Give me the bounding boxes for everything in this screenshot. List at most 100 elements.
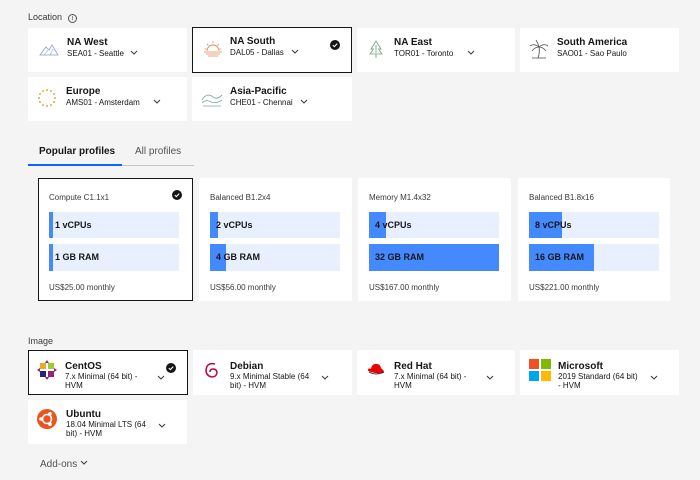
mountain-icon — [39, 44, 59, 56]
image-tile-centos[interactable]: CentOS 7.x Minimal (64 bit) - HVM — [28, 350, 188, 395]
checkmark-icon — [166, 363, 176, 373]
ubuntu-logo-icon — [37, 409, 57, 429]
cpu-bar: 8 vCPUs — [529, 212, 659, 238]
sun-icon — [204, 41, 222, 57]
cpu-bar: 4 vCPUs — [369, 212, 499, 238]
chevron-down-icon[interactable] — [486, 375, 494, 381]
region-datacenter: SEA01 - Seattle — [67, 49, 124, 58]
region-tile-na-west[interactable]: NA West SEA01 - Seattle — [28, 28, 187, 72]
microsoft-logo-icon — [529, 359, 551, 381]
chevron-down-icon[interactable] — [300, 99, 308, 105]
region-name: NA East — [394, 37, 432, 48]
image-version: 7.x Minimal (64 bit) - — [65, 372, 138, 381]
image-version: 18.04 Minimal LTS (64 — [66, 420, 146, 429]
chevron-down-icon[interactable] — [321, 375, 329, 381]
region-name: Asia-Pacific — [230, 86, 287, 97]
image-label: Image — [28, 336, 54, 346]
debian-logo-icon — [205, 362, 218, 378]
ram-bar: 1 GB RAM — [49, 244, 179, 271]
image-name: Red Hat — [394, 361, 432, 372]
ram-bar: 4 GB RAM — [210, 244, 340, 271]
waves-icon — [201, 94, 223, 107]
image-version-suffix: bit) - HVM — [230, 381, 266, 390]
profile-price: US$167.00 monthly — [369, 283, 440, 292]
profile-name: Balanced B1.8x16 — [529, 193, 594, 202]
region-tile-asia-pacific[interactable]: Asia-Pacific CHE01 - Chennai — [192, 77, 352, 121]
region-datacenter: TOR01 - Toronto — [394, 49, 454, 58]
centos-logo-icon — [37, 360, 57, 380]
cpu-label: 1 vCPUs — [55, 220, 92, 230]
location-label: Location — [28, 12, 63, 22]
cpu-label: 2 vCPUs — [216, 220, 253, 230]
image-version-suffix: HVM — [394, 381, 412, 390]
profile-card-balanced-b1-2x4[interactable]: Balanced B1.2x4 2 vCPUs 4 GB RAM US$56.0… — [199, 178, 352, 301]
image-version-suffix: HVM — [65, 381, 83, 390]
location-section-label: Location i — [28, 12, 78, 23]
region-tile-na-east[interactable]: NA East TOR01 - Toronto — [357, 28, 515, 72]
image-name: Microsoft — [558, 361, 603, 372]
ram-label: 32 GB RAM — [375, 252, 425, 262]
region-name: NA West — [67, 37, 108, 48]
cpu-bar-fill — [49, 212, 53, 238]
chevron-down-icon[interactable] — [291, 49, 299, 55]
ram-bar-fill — [49, 244, 53, 271]
profile-name: Balanced B1.2x4 — [210, 193, 271, 202]
region-name: NA South — [230, 36, 276, 47]
profile-price: US$221.00 monthly — [529, 283, 600, 292]
checkmark-icon — [330, 40, 340, 50]
pine-tree-icon — [369, 40, 383, 58]
image-version: 7.x Minimal (64 bit) - — [394, 372, 467, 381]
profile-card-balanced-b1-8x16[interactable]: Balanced B1.8x16 8 vCPUs 16 GB RAM US$22… — [518, 178, 670, 301]
image-version-suffix: bit) - HVM — [66, 429, 102, 438]
info-icon[interactable]: i — [68, 14, 78, 23]
eu-stars-icon — [38, 89, 56, 107]
region-datacenter: DAL05 - Dallas — [230, 48, 284, 57]
profile-price: US$25.00 monthly — [49, 283, 115, 292]
region-datacenter: AMS01 - Amsterdam — [66, 98, 140, 107]
chevron-down-icon[interactable] — [158, 423, 166, 429]
red-hat-logo-icon — [367, 363, 385, 375]
cpu-label: 8 vCPUs — [535, 220, 572, 230]
cpu-bar: 1 vCPUs — [49, 212, 179, 238]
region-datacenter: SAO01 - Sao Paulo — [557, 49, 627, 58]
profile-card-memory-m1-4x32[interactable]: Memory M1.4x32 4 vCPUs 32 GB RAM US$167.… — [358, 178, 511, 301]
image-version-suffix: - HVM — [558, 381, 581, 390]
checkmark-icon — [172, 190, 182, 200]
cpu-bar: 2 vCPUs — [210, 212, 340, 238]
addons-label: Add-ons — [40, 459, 78, 470]
image-version: 9.x Minimal Stable (64 — [230, 372, 310, 381]
chevron-down-icon — [80, 460, 88, 465]
chevron-down-icon[interactable] — [467, 50, 475, 56]
image-tile-red-hat[interactable]: Red Hat 7.x Minimal (64 bit) - HVM — [357, 350, 515, 395]
profile-card-compute-c1-1x1[interactable]: Compute C1.1x1 1 vCPUs 1 GB RAM US$25.00… — [38, 178, 193, 301]
image-name: Debian — [230, 361, 264, 372]
image-name: Ubuntu — [66, 409, 101, 420]
chevron-down-icon[interactable] — [157, 375, 165, 381]
region-tile-south-america[interactable]: South America SAO01 - Sao Paulo — [520, 28, 679, 72]
image-tile-ubuntu[interactable]: Ubuntu 18.04 Minimal LTS (64 bit) - HVM — [28, 400, 187, 444]
ram-bar: 32 GB RAM — [369, 244, 499, 271]
region-name: South America — [557, 37, 628, 48]
ram-label: 1 GB RAM — [55, 252, 100, 262]
cpu-label: 4 vCPUs — [375, 220, 412, 230]
palm-tree-icon — [529, 39, 549, 59]
ram-label: 4 GB RAM — [216, 252, 261, 262]
chevron-down-icon[interactable] — [153, 99, 161, 105]
profile-price: US$56.00 monthly — [210, 283, 276, 292]
ram-label: 16 GB RAM — [535, 252, 585, 262]
tab-divider — [122, 165, 194, 166]
addons-toggle[interactable]: Add-ons — [40, 459, 88, 470]
region-tile-na-south[interactable]: NA South DAL05 - Dallas — [192, 27, 352, 73]
image-version: 2019 Standard (64 bit) — [558, 372, 638, 381]
profile-name: Compute C1.1x1 — [49, 193, 110, 202]
chevron-down-icon[interactable] — [650, 375, 658, 381]
tab-popular-profiles[interactable]: Popular profiles — [28, 142, 122, 166]
region-datacenter: CHE01 - Chennai — [230, 98, 293, 107]
image-tile-microsoft[interactable]: Microsoft 2019 Standard (64 bit) - HVM — [520, 350, 679, 395]
region-name: Europe — [66, 86, 101, 97]
chevron-down-icon[interactable] — [130, 50, 138, 56]
image-tile-debian[interactable]: Debian 9.x Minimal Stable (64 bit) - HVM — [193, 350, 352, 395]
image-name: CentOS — [65, 361, 102, 372]
tab-all-profiles[interactable]: All profiles — [135, 142, 181, 166]
region-tile-europe[interactable]: Europe AMS01 - Amsterdam — [28, 77, 187, 121]
